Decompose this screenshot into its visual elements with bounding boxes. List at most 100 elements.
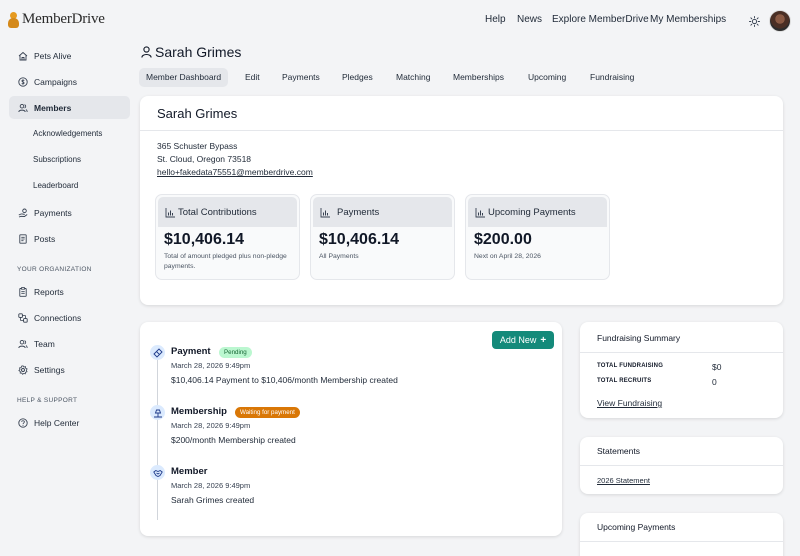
address-line-1: 365 Schuster Bypass (157, 141, 238, 151)
statement-2026-link[interactable]: 2026 Statement (597, 476, 650, 485)
team-icon (18, 339, 28, 348)
tab-edit[interactable]: Edit (238, 68, 267, 87)
user-icon (141, 46, 152, 58)
total-fundraising-label: TOTAL FUNDRAISING (597, 363, 664, 369)
gear-icon (18, 364, 28, 375)
timeline-event-description: Sarah Grimes created (171, 495, 255, 505)
divider (580, 465, 783, 466)
divider (140, 130, 783, 131)
link-icon (18, 312, 28, 323)
sidebar-item-posts[interactable]: Posts (9, 227, 130, 250)
view-fundraising-link[interactable]: View Fundraising (597, 398, 662, 408)
fundraising-summary-card: Fundraising Summary TOTAL FUNDRAISING $0… (580, 322, 783, 418)
stat-header: Total Contributions (158, 197, 297, 227)
sidebar-item-pets-alive[interactable]: Pets Alive (9, 44, 130, 67)
theme-toggle-sun-icon[interactable] (749, 16, 760, 27)
sidebar-subitem-leaderboard[interactable]: Leaderboard (33, 181, 78, 190)
tab-fundraising[interactable]: Fundraising (583, 68, 641, 87)
address-line-2: St. Cloud, Oregon 73518 (157, 154, 252, 164)
timeline-event-description: $200/month Membership created (171, 435, 296, 445)
handshake-icon (150, 465, 165, 480)
sidebar-item-label: Reports (34, 286, 64, 297)
page-title: Sarah Grimes (141, 44, 241, 60)
tab-memberships[interactable]: Memberships (446, 68, 511, 87)
sidebar-item-label: Payments (34, 207, 72, 218)
stat-value: $10,406.14 (319, 231, 400, 248)
stat-title: Upcoming Payments (488, 206, 576, 218)
status-badge-pending: Pending (219, 347, 252, 358)
sidebar-item-campaigns[interactable]: Campaigns (9, 70, 130, 93)
stat-header: Upcoming Payments (468, 197, 607, 227)
plus-icon: + (540, 334, 547, 346)
sidebar-item-connections[interactable]: Connections (9, 306, 130, 329)
section-header-your-organization: YOUR ORGANIZATION (17, 266, 92, 273)
bar-chart-icon (165, 207, 175, 217)
top-bar: MemberDrive Help News Explore MemberDriv… (0, 0, 800, 40)
card-title: Upcoming Payments (597, 522, 676, 532)
sidebar-item-members[interactable]: Members (9, 96, 130, 119)
membership-icon (150, 405, 165, 420)
tab-payments[interactable]: Payments (275, 68, 327, 87)
home-icon (18, 51, 28, 60)
logo-text: MemberDrive (22, 11, 105, 27)
timeline-event-date: March 28, 2026 9:49pm (171, 481, 251, 490)
nav-help[interactable]: Help (485, 14, 506, 25)
tab-matching[interactable]: Matching (389, 68, 438, 87)
timeline-event-date: March 28, 2026 9:49pm (171, 361, 251, 370)
timeline-event-title: Membership (171, 406, 227, 417)
stat-card-payments: Payments $10,406.14 All Payments (310, 194, 455, 280)
timeline-event-title: Member (171, 466, 208, 477)
statements-card: Statements 2026 Statement (580, 437, 783, 494)
member-profile-card: Sarah Grimes 365 Schuster Bypass St. Clo… (140, 96, 783, 305)
nav-my-memberships[interactable]: My Memberships (650, 14, 726, 25)
member-email-link[interactable]: hello+fakedata75551@memberdrive.com (157, 167, 313, 177)
stat-value: $10,406.14 (164, 231, 245, 248)
add-new-label: Add New (499, 335, 537, 345)
sidebar-subitem-subscriptions[interactable]: Subscriptions (33, 155, 81, 164)
clipboard-icon (19, 286, 27, 297)
timeline-event-date: March 28, 2026 9:49pm (171, 421, 251, 430)
timeline-event-description: $10,406.14 Payment to $10,406/month Memb… (171, 375, 398, 385)
timeline-event-title: Payment (171, 346, 211, 357)
sidebar-item-payments[interactable]: Payments (9, 201, 130, 224)
divider (580, 541, 783, 542)
stat-description: Total of amount pledged plus non-pledge … (164, 253, 287, 270)
stat-description: Next on April 28, 2026 (474, 253, 541, 260)
bar-chart-icon (320, 207, 330, 217)
sidebar-item-label: Team (34, 338, 55, 349)
stat-value: $200.00 (474, 231, 532, 248)
upcoming-payments-card: Upcoming Payments (580, 513, 783, 556)
stat-header: Payments (313, 197, 452, 227)
total-recruits-label: TOTAL RECRUITS (597, 378, 652, 384)
timeline-line (157, 348, 158, 520)
activity-timeline-card: Add New + Payment Pending March 28, 2026… (140, 322, 562, 536)
sidebar-item-label: Settings (34, 364, 65, 375)
member-name: Sarah Grimes (157, 106, 238, 121)
card-title: Fundraising Summary (597, 333, 681, 343)
sidebar-item-label: Connections (34, 312, 82, 323)
sidebar-subitem-acknowledgements[interactable]: Acknowledgements (33, 129, 102, 138)
sidebar-item-team[interactable]: Team (9, 332, 130, 355)
question-icon (18, 417, 28, 428)
divider (580, 352, 783, 353)
tab-pledges[interactable]: Pledges (335, 68, 380, 87)
add-new-button[interactable]: Add New + (492, 331, 554, 349)
nav-explore[interactable]: Explore MemberDrive (552, 14, 649, 25)
sidebar-item-label: Members (34, 102, 72, 113)
bar-chart-icon (475, 207, 485, 217)
stat-title: Payments (337, 206, 380, 218)
sidebar-item-label: Campaigns (34, 76, 77, 87)
stat-card-upcoming-payments: Upcoming Payments $200.00 Next on April … (465, 194, 610, 280)
sidebar-item-reports[interactable]: Reports (9, 280, 130, 303)
stat-title: Total Contributions (178, 206, 257, 218)
tab-upcoming[interactable]: Upcoming (521, 68, 573, 87)
user-avatar[interactable] (769, 10, 791, 32)
sidebar-item-label: Posts (34, 233, 56, 244)
section-header-help-support: HELP & SUPPORT (17, 397, 78, 404)
memberdrive-logo[interactable]: MemberDrive (8, 11, 105, 28)
stat-description: All Payments (319, 253, 359, 260)
nav-news[interactable]: News (517, 14, 542, 25)
sidebar-item-help-center[interactable]: Help Center (9, 411, 130, 434)
tab-member-dashboard[interactable]: Member Dashboard (139, 68, 229, 87)
sidebar-item-settings[interactable]: Settings (9, 358, 130, 381)
